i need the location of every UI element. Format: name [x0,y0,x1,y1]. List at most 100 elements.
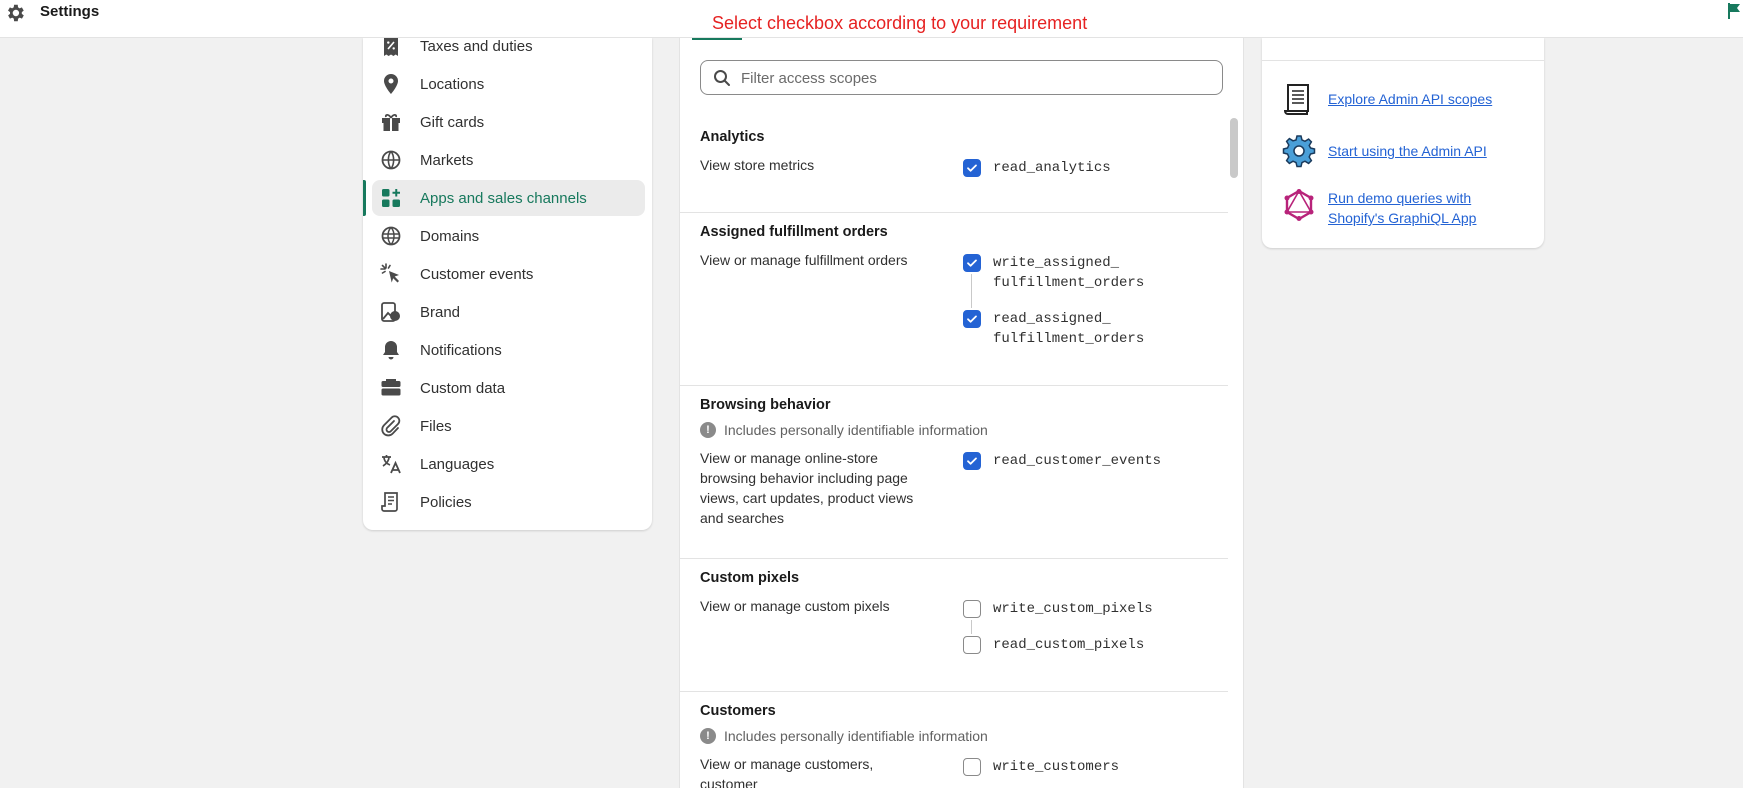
scope-option[interactable]: read_analytics [963,158,1111,178]
scope-option[interactable]: write_customers [963,757,1119,777]
section-description: View or manage custom pixels [700,598,890,614]
section-title: Customers [700,703,776,719]
scope-option[interactable]: write_custom_pixels [963,599,1153,619]
active-tab-indicator [692,38,742,40]
section-description: View or manage customers, customer [700,756,874,788]
sidebar-item-label: Custom data [420,379,506,397]
section-description: View or manage fulfillment orders [700,252,908,268]
divider [1262,60,1544,61]
scope-option[interactable]: read_assigned_ fulfillment_orders [963,309,1144,349]
sidebar-item-label: Domains [420,227,480,245]
settings-sidebar: Taxes and duties Locations Gift cards Marke… [363,35,652,530]
scope-option[interactable]: write_assigned_ fulfillment_orders [963,253,1144,293]
document-scroll-icon [1283,84,1309,115]
gear-cog-icon [1282,135,1316,168]
sidebar-item-files[interactable]: Files [372,408,645,444]
top-bar: Settings Select checkbox according to yo… [0,0,1743,38]
resource-link-item: Start using the Admin API [1282,134,1508,168]
resource-link-item: Run demo queries with Shopify's GraphiQL… [1282,188,1508,228]
brand-icon [380,301,402,323]
pii-notice-text: Includes personally identifiable informa… [724,422,988,438]
sidebar-item-gift-cards[interactable]: Gift cards [372,104,645,140]
scope-connector-line [971,620,972,634]
pii-notice-text: Includes personally identifiable informa… [724,728,988,744]
sidebar-item-customer-events[interactable]: Customer events [372,256,645,292]
sidebar-item-label: Taxes and duties [420,37,533,55]
sidebar-item-brand[interactable]: Brand [372,294,645,330]
sidebar-item-locations[interactable]: Locations [372,66,645,102]
section-description: View or manage online-store browsing beh… [700,450,914,526]
database-icon [380,377,402,399]
sidebar-item-label: Gift cards [420,113,485,131]
sidebar-item-label: Markets [420,151,474,169]
sidebar-item-domains[interactable]: Domains [372,218,645,254]
section-title: Browsing behavior [700,397,831,413]
scope-checkbox[interactable] [963,159,981,177]
sidebar-item-label: Files [420,417,452,435]
cursor-click-icon [380,263,402,285]
scope-name: write_custom_pixels [993,601,1153,617]
paperclip-icon [380,415,402,437]
section-title: Assigned fulfillment orders [700,224,888,240]
scope-list: Analytics View store metrics read_analytic… [680,118,1228,788]
section-description: View store metrics [700,157,815,173]
scope-section-customers: Customers! Includes personally identifiab… [680,692,1228,788]
sidebar-item-policies[interactable]: Policies [372,484,645,520]
bell-icon [380,339,402,361]
globe-icon [380,225,402,247]
flag-icon[interactable] [1725,2,1743,20]
scope-section-browsing-behavior: Browsing behavior! Includes personally id… [680,386,1228,559]
settings-gear-icon [8,4,24,22]
scope-name: write_assigned_ fulfillment_orders [993,255,1145,291]
sidebar-item-label: Policies [420,493,472,511]
graphql-icon [1284,189,1314,221]
sidebar-item-label: Languages [420,455,495,473]
receipt-percent-icon [380,35,402,57]
section-title: Analytics [700,129,765,145]
scope-name: write_customers [993,759,1120,775]
sidebar-item-label: Notifications [420,341,502,359]
gift-card-icon [380,111,402,133]
sidebar-item-custom-data[interactable]: Custom data [372,370,645,406]
sidebar-item-label: Brand [420,303,461,321]
scope-checkbox[interactable] [963,636,981,654]
scope-checkbox[interactable] [963,254,981,272]
scope-checkbox[interactable] [963,758,981,776]
filter-access-scopes-input[interactable] [741,67,1211,89]
page-title: Settings [40,3,100,20]
scope-option[interactable]: read_customer_events [963,451,1161,471]
scope-name: read_assigned_ fulfillment_orders [993,311,1145,347]
globe-markets-icon [380,149,402,171]
sidebar-item-languages[interactable]: Languages [372,446,645,482]
search-icon [714,70,730,86]
resource-link[interactable]: Start using the Admin API [1328,141,1508,161]
resources-card: Explore Admin API scopes Start using the … [1262,38,1544,248]
sidebar-item-label: Locations [420,75,485,93]
sidebar-item-markets[interactable]: Markets [372,142,645,178]
scope-name: read_customer_events [993,453,1162,469]
scope-connector-line [971,274,972,308]
resource-link[interactable]: Run demo queries with Shopify's GraphiQL… [1328,188,1508,228]
resource-link[interactable]: Explore Admin API scopes [1328,89,1508,109]
resource-link-item: Explore Admin API scopes [1282,82,1508,116]
scope-checkbox[interactable] [963,310,981,328]
info-alert-icon: ! [700,728,716,744]
scope-section-analytics: Analytics View store metrics read_analytic… [680,118,1228,213]
filter-access-scopes-field[interactable] [700,60,1223,95]
scope-section-assigned-fulfillment-orders: Assigned fulfillment orders View or manag… [680,213,1228,386]
scope-section-custom-pixels: Custom pixels View or manage custom pixel… [680,559,1228,692]
location-pin-icon [380,73,402,95]
apps-icon [380,187,402,209]
sidebar-item-notifications[interactable]: Notifications [372,332,645,368]
section-title: Custom pixels [700,570,800,586]
scope-option[interactable]: read_custom_pixels [963,635,1144,655]
pii-notice: ! Includes personally identifiable inform… [700,422,988,438]
sidebar-item-label: Apps and sales channels [420,189,587,207]
scrollbar-thumb[interactable] [1230,118,1238,178]
translate-icon [380,453,402,475]
scope-name: read_analytics [993,160,1111,176]
info-alert-icon: ! [700,422,716,438]
scope-checkbox[interactable] [963,452,981,470]
scope-checkbox[interactable] [963,600,981,618]
sidebar-item-apps-and-sales-channels[interactable]: Apps and sales channels [363,180,645,216]
